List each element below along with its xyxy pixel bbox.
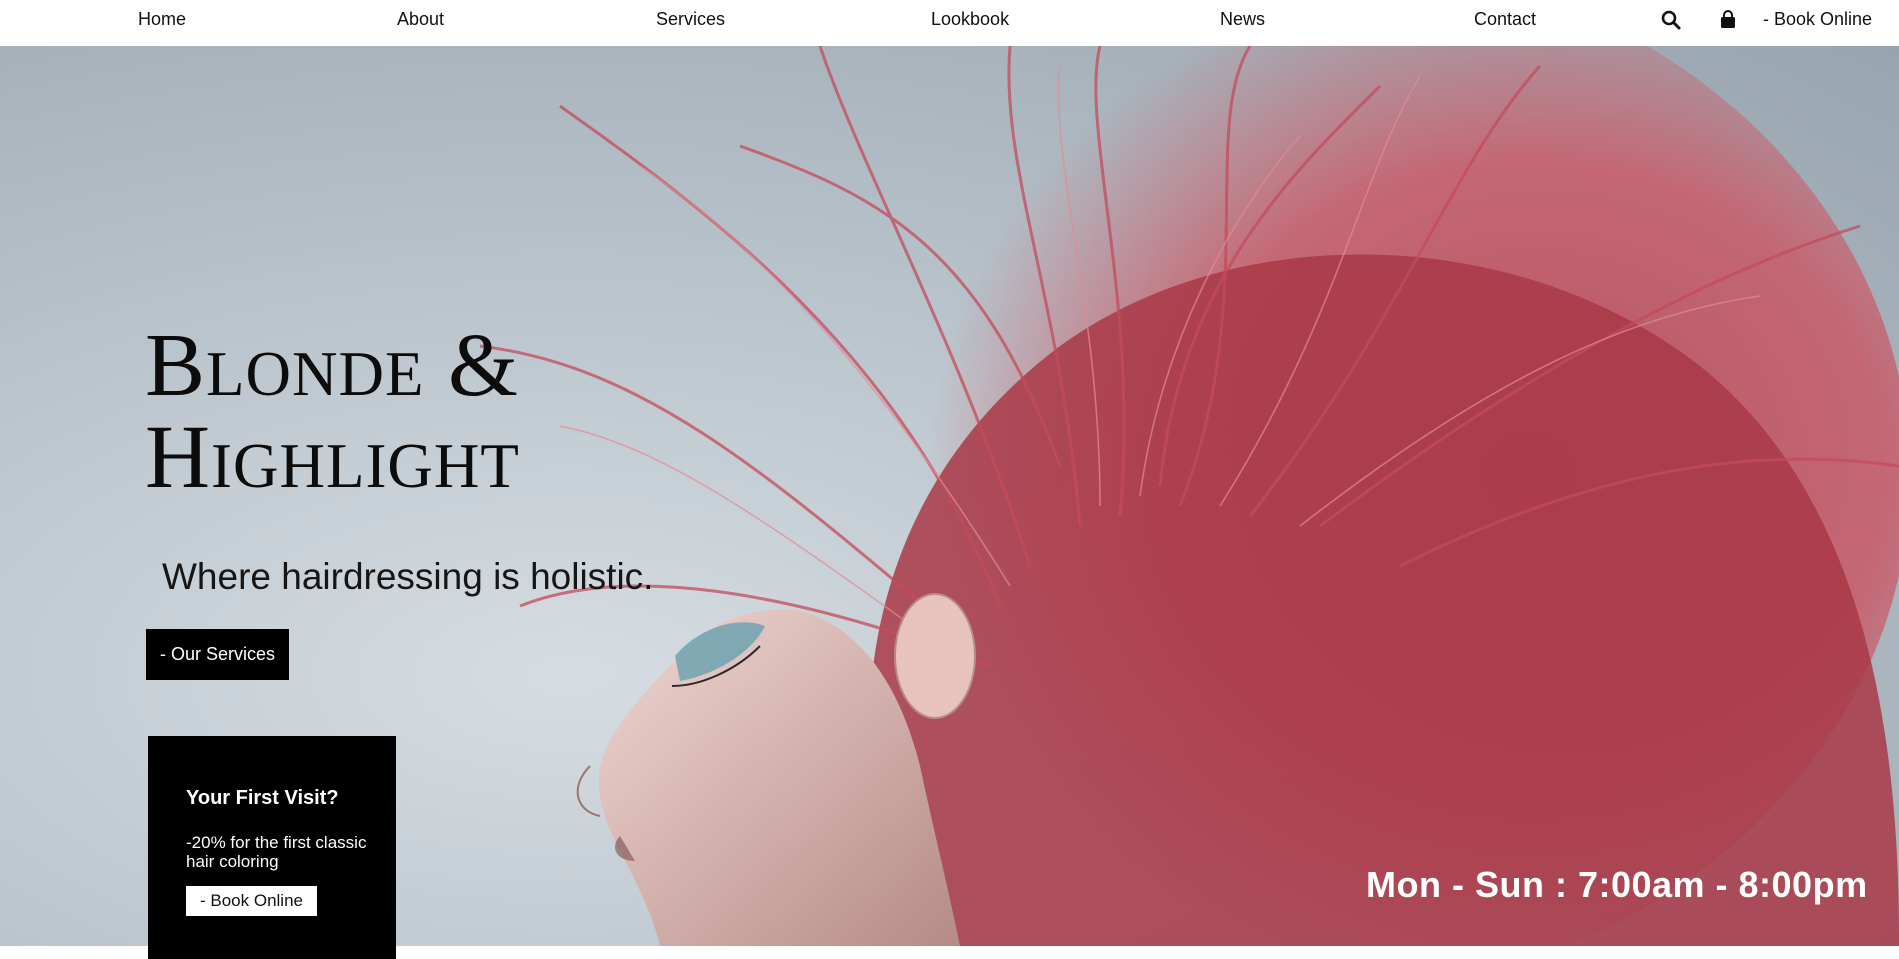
- nav-about[interactable]: About: [397, 9, 444, 30]
- search-icon[interactable]: [1660, 9, 1682, 31]
- nav-news[interactable]: News: [1220, 9, 1265, 30]
- opening-hours: Mon - Sun : 7:00am - 8:00pm: [1366, 864, 1868, 905]
- nav-services[interactable]: Services: [656, 9, 725, 30]
- promo-book-online-button[interactable]: - Book Online: [186, 886, 317, 916]
- nav-lookbook[interactable]: Lookbook: [931, 9, 1009, 30]
- first-visit-promo: Your First Visit? -20% for the first cla…: [148, 736, 396, 959]
- promo-text: -20% for the first classic hair coloring: [186, 833, 367, 871]
- nav-home[interactable]: Home: [138, 9, 186, 30]
- top-nav: Home About Services Lookbook News Contac…: [0, 0, 1899, 46]
- hero-title: Blonde & Highlight: [145, 320, 845, 504]
- nav-book-online-link[interactable]: - Book Online: [1763, 9, 1872, 30]
- hero-title-line-2: Highlight: [145, 408, 520, 507]
- our-services-button[interactable]: - Our Services: [146, 629, 289, 680]
- hero-title-line-1: Blonde &: [145, 316, 519, 415]
- promo-title: Your First Visit?: [186, 787, 339, 809]
- hero-tagline: Where hairdressing is holistic.: [162, 556, 654, 597]
- shopping-bag-icon[interactable]: [1717, 9, 1739, 31]
- nav-contact[interactable]: Contact: [1474, 9, 1536, 30]
